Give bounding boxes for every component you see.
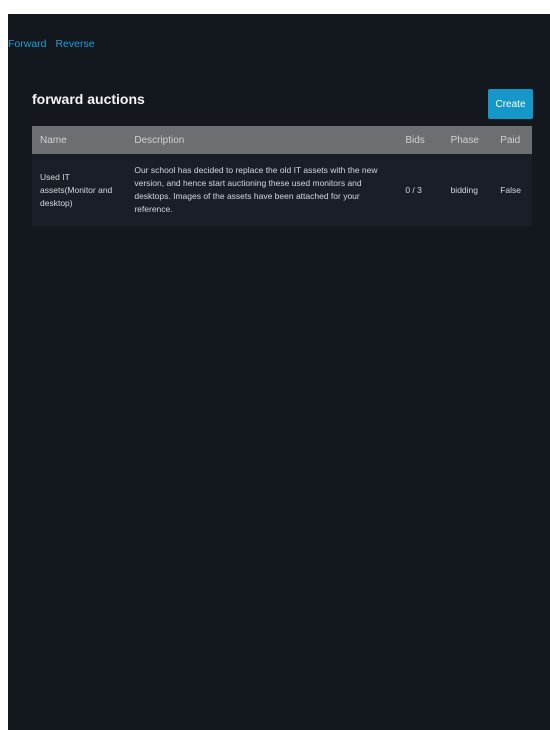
table-body: Used IT assets(Monitor and desktop) Our … <box>32 154 532 226</box>
column-header-name: Name <box>40 134 67 146</box>
top-nav: Forward Reverse <box>8 38 101 50</box>
auctions-table: Name Description Bids Phase Paid Used IT… <box>32 126 532 226</box>
table-header: Name Description Bids Phase Paid <box>32 126 532 154</box>
cell-name: Used IT assets(Monitor and desktop) <box>40 171 113 208</box>
column-header-paid: Paid <box>500 134 521 146</box>
cell-bids: 0 / 3 <box>405 184 422 195</box>
page-title: forward auctions <box>32 91 145 107</box>
cell-description: Our school has decided to replace the ol… <box>134 165 378 214</box>
column-header-bids: Bids <box>405 134 425 146</box>
auctions-table-container: Name Description Bids Phase Paid Used IT… <box>32 126 532 226</box>
table-row[interactable]: Used IT assets(Monitor and desktop) Our … <box>32 154 532 226</box>
nav-link-reverse[interactable]: Reverse <box>55 38 94 50</box>
table-header-row: Name Description Bids Phase Paid <box>32 126 532 154</box>
create-button[interactable]: Create <box>488 89 533 119</box>
app-container: Forward Reverse forward auctions Create … <box>8 14 550 730</box>
column-header-description: Description <box>134 134 185 146</box>
nav-link-forward[interactable]: Forward <box>8 38 47 50</box>
cell-paid: False <box>500 184 521 195</box>
column-header-phase: Phase <box>450 134 479 146</box>
cell-phase: bidding <box>450 184 478 195</box>
